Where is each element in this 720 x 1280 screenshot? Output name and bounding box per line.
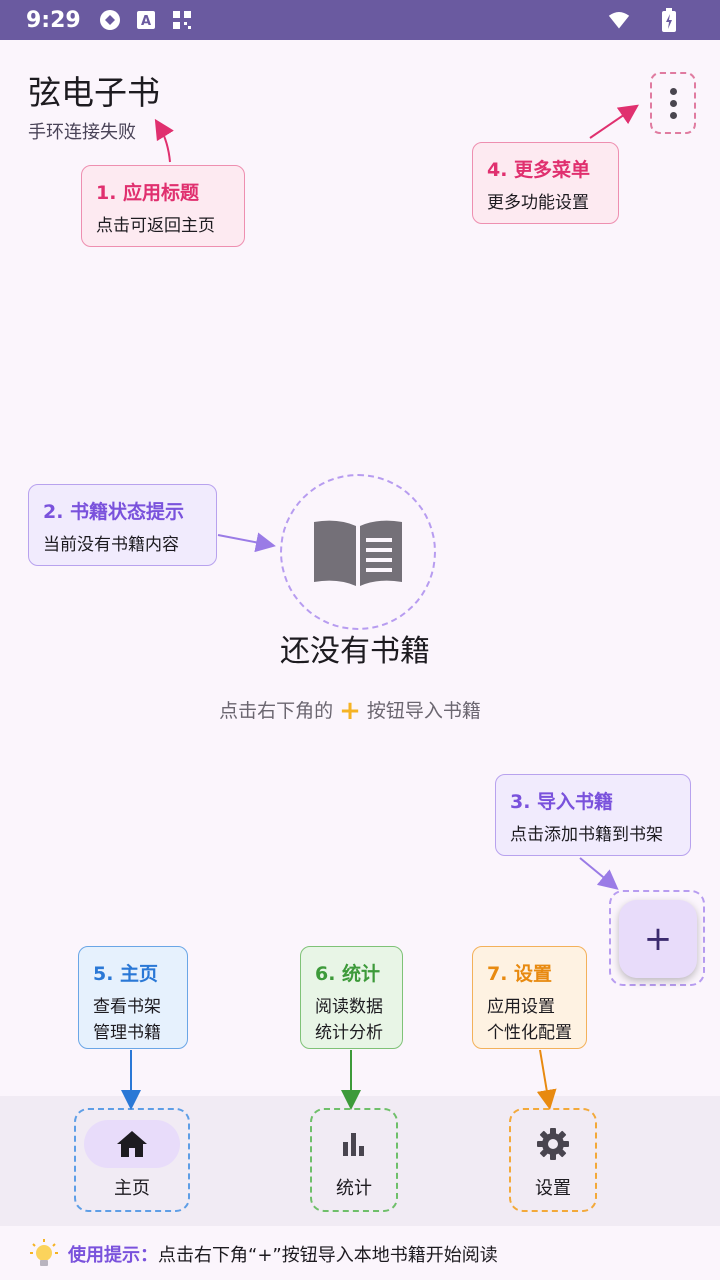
gear-icon [537,1128,569,1160]
callout-settings: 7. 设置 应用设置 个性化配置 [472,946,587,1049]
callout-more-menu: 4. 更多菜单 更多功能设置 [472,142,619,224]
callout-desc-line2: 个性化配置 [487,1023,572,1043]
empty-state-title: 还没有书籍 [280,634,430,669]
app-title[interactable]: 弦电子书 [28,66,160,114]
callout-desc: 当前没有书籍内容 [43,535,179,555]
arrow-app-title [154,118,174,163]
callout-title: 2. 书籍状态提示 [43,501,185,523]
more-vert-icon-dot [669,111,677,119]
lightbulb-icon [30,1239,58,1266]
add-icon: + [643,919,673,959]
nav-active-indicator [84,1120,180,1168]
battery-charging-icon [658,8,680,32]
bottom-navigation: 主页 统计 设置 [0,1096,720,1226]
callout-desc-line1: 应用设置 [487,997,555,1017]
font-icon: A [135,9,157,31]
nav-label-home: 主页 [114,1178,150,1199]
bar-chart-icon [343,1133,364,1156]
nav-label-stats: 统计 [336,1178,372,1199]
callout-desc-line1: 查看书架 [93,997,161,1017]
connection-status: 手环连接失败 [28,122,136,143]
nav-item-stats[interactable]: 统计 [310,1108,398,1212]
qr-icon [171,9,193,31]
hint-text-after: 按钮导入书籍 [366,700,481,722]
nav-label-settings: 设置 [535,1178,571,1199]
callout-title: 6. 统计 [315,963,381,985]
callout-desc-line2: 统计分析 [315,1023,383,1043]
arrow-book-status [217,532,276,553]
home-icon [117,1131,147,1157]
callout-desc: 点击可返回主页 [96,216,215,236]
callout-title: 7. 设置 [487,963,553,985]
arrow-more-menu [589,104,639,139]
arrow-import [579,857,619,890]
callout-desc: 更多功能设置 [487,193,589,213]
callout-app-title: 1. 应用标题 点击可返回主页 [81,165,245,247]
callout-stats: 6. 统计 阅读数据 统计分析 [300,946,403,1049]
callout-desc-line1: 阅读数据 [315,997,383,1017]
svg-text:A: A [141,14,151,29]
import-book-fab[interactable]: + [619,900,697,978]
tip-label: 使用提示： [68,1245,158,1266]
usage-tip: 使用提示： 点击右下角“+”按钮导入本地书籍开始阅读 [30,1238,498,1270]
callout-desc-line2: 管理书籍 [93,1023,161,1043]
nav-item-settings[interactable]: 设置 [509,1108,597,1212]
callout-title: 5. 主页 [93,963,159,985]
empty-state-hint: 点击右下角的 + 按钮导入书籍 [0,696,700,726]
hint-text-before: 点击右下角的 [219,700,334,722]
callout-title: 1. 应用标题 [96,182,200,204]
status-time: 9:29 [26,7,81,33]
callout-title: 4. 更多菜单 [487,159,591,181]
callout-home: 5. 主页 查看书架 管理书籍 [78,946,188,1049]
empty-book-indicator [280,474,436,630]
nav-icon-holder [312,1120,396,1168]
more-menu-button[interactable] [650,72,696,134]
callout-book-status: 2. 书籍状态提示 当前没有书籍内容 [28,484,217,566]
status-bar: 9:29 A [0,0,720,40]
fab-highlight: + [609,890,705,986]
callout-desc: 点击添加书籍到书架 [510,825,663,845]
callout-import: 3. 导入书籍 点击添加书籍到书架 [495,774,691,856]
nav-item-home[interactable]: 主页 [74,1108,190,1212]
sync-icon [99,9,121,31]
callout-title: 3. 导入书籍 [510,791,614,813]
book-open-icon [314,520,402,586]
wifi-icon [608,9,630,31]
plus-icon: + [339,696,361,726]
more-vert-icon [669,87,677,95]
nav-icon-holder [511,1120,595,1168]
more-vert-icon-dot [669,99,677,107]
tip-text: 点击右下角“+”按钮导入本地书籍开始阅读 [158,1245,498,1266]
